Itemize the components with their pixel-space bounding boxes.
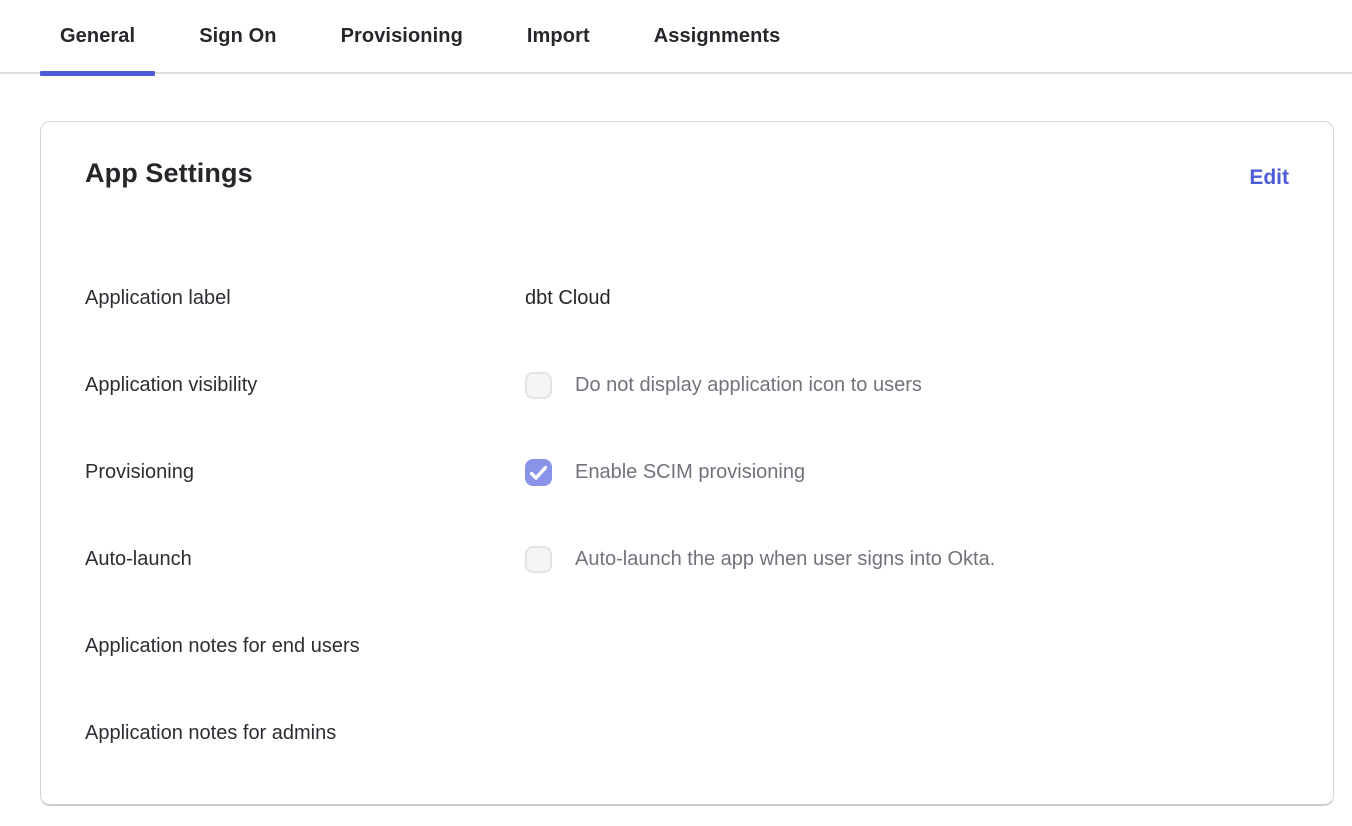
card-title: App Settings — [85, 158, 253, 189]
checkbox-provisioning[interactable] — [525, 459, 552, 486]
checkbox-label: Do not display application icon to users — [575, 374, 922, 397]
row-label: Application notes for end users — [85, 635, 525, 658]
tab-label: Sign On — [199, 25, 276, 48]
edit-link[interactable]: Edit — [1249, 158, 1289, 198]
tab-sign-on[interactable]: Sign On — [179, 0, 296, 73]
settings-row: Application label dbt Cloud — [85, 255, 1289, 342]
row-content: Enable SCIM provisioning — [525, 459, 805, 486]
checkbox-wrap: Enable SCIM provisioning — [525, 459, 805, 486]
checkbox-auto-launch[interactable] — [525, 546, 552, 573]
tab-provisioning[interactable]: Provisioning — [321, 0, 483, 73]
tab-import[interactable]: Import — [507, 0, 610, 73]
settings-row: Application notes for admins — [85, 690, 1289, 777]
checkbox-wrap: Auto-launch the app when user signs into… — [525, 546, 995, 573]
tab-label: Provisioning — [341, 25, 463, 48]
row-label: Application visibility — [85, 374, 525, 397]
settings-row: Auto-launch Auto-launch the app when use… — [85, 516, 1289, 603]
row-value: dbt Cloud — [525, 287, 611, 310]
row-label: Provisioning — [85, 461, 525, 484]
tab-general[interactable]: General — [40, 0, 155, 73]
row-label: Auto-launch — [85, 548, 525, 571]
card-header: App Settings Edit — [85, 158, 1289, 198]
tab-bar: General Sign On Provisioning Import Assi… — [0, 0, 1352, 74]
checkmark-icon — [530, 466, 547, 480]
tab-assignments[interactable]: Assignments — [634, 0, 801, 73]
row-label: Application label — [85, 287, 525, 310]
row-label: Application notes for admins — [85, 722, 525, 745]
checkbox-application-visibility[interactable] — [525, 372, 552, 399]
settings-row: Application visibility Do not display ap… — [85, 342, 1289, 429]
tab-label: Assignments — [654, 25, 781, 48]
app-settings-card: App Settings Edit Application label dbt … — [40, 121, 1334, 806]
settings-row: Application notes for end users — [85, 603, 1289, 690]
settings-rows: Application label dbt Cloud Application … — [85, 255, 1289, 777]
tab-label: Import — [527, 25, 590, 48]
row-content: Auto-launch the app when user signs into… — [525, 546, 995, 573]
checkbox-label: Enable SCIM provisioning — [575, 461, 805, 484]
tab-label: General — [60, 25, 135, 48]
row-content: Do not display application icon to users — [525, 372, 922, 399]
checkbox-wrap: Do not display application icon to users — [525, 372, 922, 399]
settings-row: Provisioning Enable SCIM provisioning — [85, 429, 1289, 516]
checkbox-label: Auto-launch the app when user signs into… — [575, 548, 995, 571]
